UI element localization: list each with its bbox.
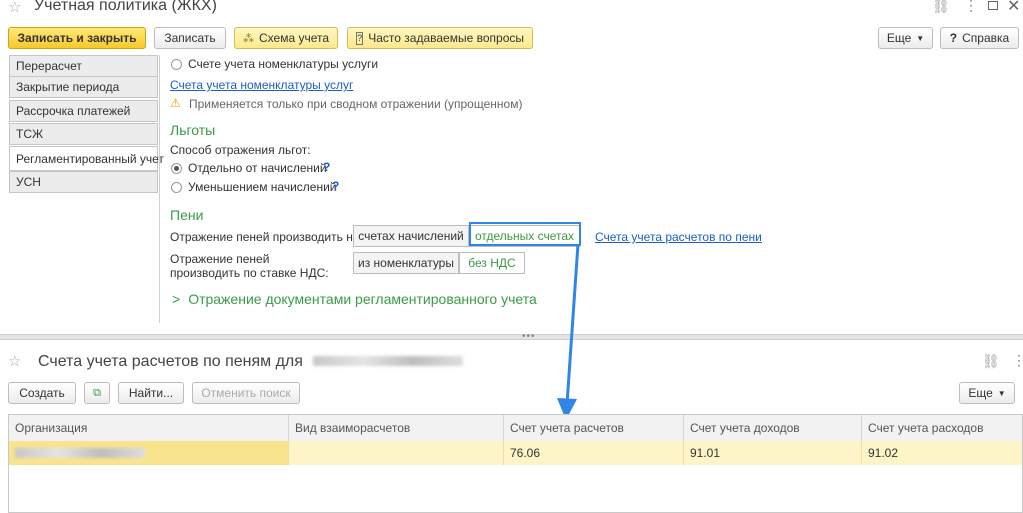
more-label: Еще (968, 386, 993, 400)
column-header-settlement-account[interactable]: Счет учета расчетов (504, 415, 684, 441)
chevron-down-icon: ▼ (997, 388, 1006, 398)
column-header-expense-account[interactable]: Счет учета расходов (862, 415, 1022, 441)
bottom-window-title: Счета учета расчетов по пеням для (38, 353, 464, 371)
column-header-label: Счет учета расходов (868, 421, 984, 435)
link-icon[interactable]: ⛓ (982, 353, 1000, 370)
redacted-organization-name (313, 356, 464, 366)
cell-income-account[interactable]: 91.01 (684, 441, 862, 465)
column-header-label: Вид взаиморасчетов (295, 421, 411, 435)
find-button[interactable]: Найти... (118, 382, 184, 404)
copy-button[interactable]: ⧉ (84, 382, 110, 404)
redacted-organization-cell (15, 448, 145, 458)
column-header-label: Счет учета доходов (690, 421, 800, 435)
create-button[interactable]: Создать (8, 382, 76, 404)
cell-settlement-account[interactable]: 76.06 (504, 441, 684, 465)
cell-organization[interactable] (9, 441, 289, 465)
favorite-star-icon[interactable]: ☆ (8, 352, 21, 370)
more-button[interactable]: Еще ▼ (959, 382, 1015, 404)
bottom-window-title-text: Счета учета расчетов по пеням для (38, 353, 303, 370)
create-label: Создать (19, 386, 65, 400)
cancel-search-button[interactable]: Отменить поиск (192, 382, 300, 404)
column-header-settlement-type[interactable]: Вид взаиморасчетов (289, 415, 504, 441)
column-header-income-account[interactable]: Счет учета доходов (684, 415, 862, 441)
copy-icon: ⧉ (93, 386, 101, 399)
menu-dots-icon[interactable]: ⋮ (1012, 352, 1023, 369)
cell-settlement-type[interactable] (289, 441, 504, 465)
annotation-arrow-line (565, 243, 580, 405)
column-header-label: Счет учета расчетов (510, 421, 624, 435)
column-header-organization[interactable]: Организация (9, 415, 289, 441)
find-label: Найти... (128, 386, 174, 400)
column-header-label: Организация (15, 421, 88, 435)
cancel-search-label: Отменить поиск (201, 386, 291, 400)
cell-expense-account[interactable]: 91.02 (862, 441, 1022, 465)
